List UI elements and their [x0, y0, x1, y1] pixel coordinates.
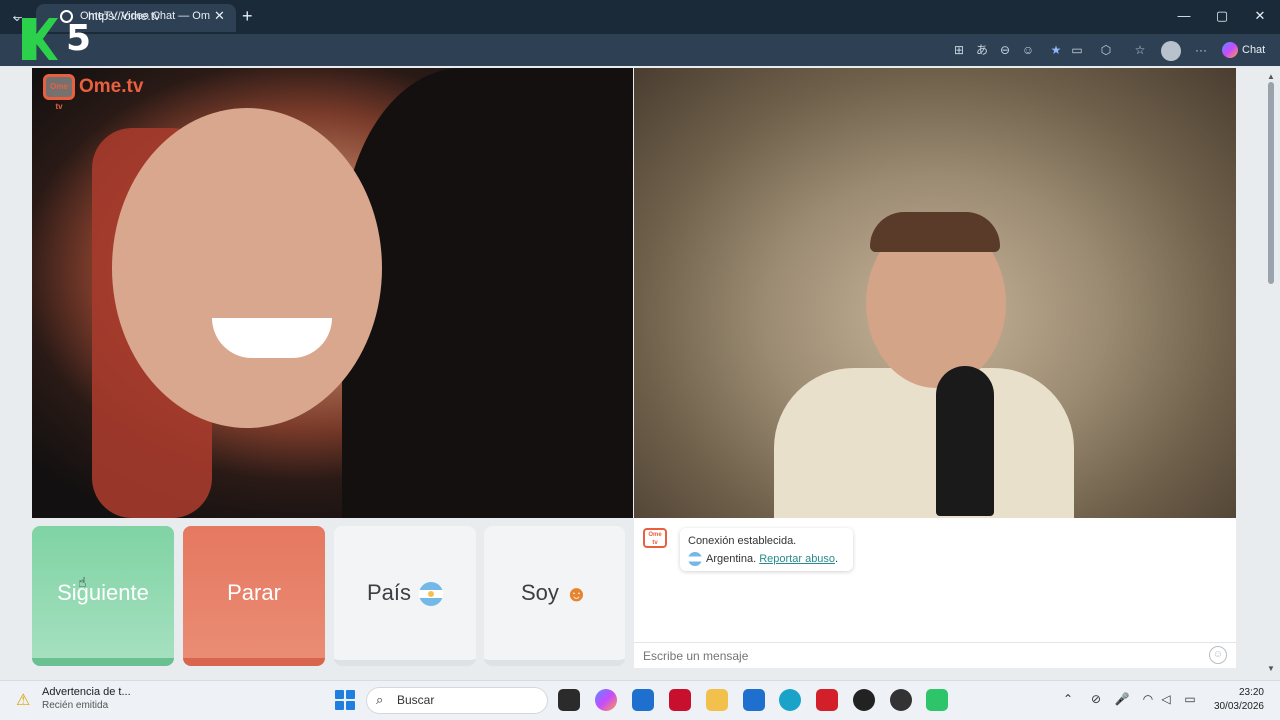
message-input[interactable]	[634, 642, 1236, 668]
country-button[interactable]: País	[334, 526, 476, 666]
lightshot-app-icon[interactable]	[816, 689, 838, 711]
translate-icon[interactable]: あ	[974, 43, 990, 57]
minimize-icon[interactable]: —	[1174, 8, 1194, 23]
media-player-icon[interactable]	[853, 689, 875, 711]
address-bar[interactable]: https://ome.tv	[74, 4, 934, 28]
camera-off-icon[interactable]: ⊘	[1088, 692, 1104, 706]
remote-face	[112, 108, 382, 428]
microphone-icon[interactable]: 🎤	[1114, 692, 1130, 706]
maximize-icon[interactable]: ▢	[1212, 8, 1232, 24]
argentina-flag-icon	[419, 582, 444, 607]
stop-button[interactable]: Parar	[183, 526, 325, 666]
extensions-icon[interactable]: ⬡	[1098, 43, 1114, 57]
show-hidden-icons-chevron-icon[interactable]: ⌃	[1060, 692, 1076, 706]
partner-country-line: Argentina. Reportar abuso.	[688, 550, 845, 568]
gender-button[interactable]: Soy ☻	[484, 526, 625, 666]
ometv-logo-tv-icon: Ome tv	[43, 74, 75, 111]
gaming-app-icon[interactable]	[926, 689, 948, 711]
volume-icon[interactable]: ◁	[1158, 692, 1174, 706]
wifi-icon[interactable]: ◠	[1140, 692, 1156, 706]
mcafee-app-icon[interactable]	[669, 689, 691, 711]
more-menu-icon[interactable]: ···	[1193, 43, 1209, 57]
clock-time: 23:20	[1238, 687, 1264, 698]
copilot-icon	[1222, 42, 1238, 59]
profile-avatar[interactable]	[1161, 41, 1181, 61]
scroll-down-arrow-icon[interactable]: ▼	[1266, 664, 1276, 673]
mouse-cursor-icon: ☝	[78, 574, 87, 590]
dark-hair	[342, 68, 633, 518]
microphone	[936, 366, 994, 516]
scrollbar-thumb[interactable]	[1268, 82, 1274, 284]
report-abuse-suffix: .	[835, 553, 839, 565]
gender-button-label: Soy	[520, 580, 559, 605]
browser-toolbar	[0, 34, 1280, 66]
zoom-icon[interactable]: ⊖	[997, 43, 1013, 57]
copilot-chat-label: Chat	[1242, 44, 1266, 56]
watermark-k-glyph	[22, 18, 58, 60]
copilot-chat-button[interactable]: Chat	[1222, 40, 1265, 60]
remote-video: Ome tvOme.tv	[32, 68, 633, 518]
camera-icon[interactable]: ▭	[1069, 43, 1085, 57]
argentina-flag-small-icon	[688, 552, 702, 567]
favorite-star-icon[interactable]: ★	[1048, 43, 1064, 57]
partner-country: Argentina.	[706, 553, 757, 565]
boy-face-icon: ☻	[564, 581, 589, 607]
system-clock[interactable]: 23:20 30/03/2026	[1208, 686, 1264, 714]
short-hair	[870, 212, 1000, 252]
windows-start-icon[interactable]	[335, 690, 355, 710]
next-button-label: Siguiente	[57, 580, 149, 605]
report-abuse-link[interactable]: Reportar abuso	[759, 553, 835, 565]
ometv-chat-avatar-icon: Ome tv	[643, 528, 667, 548]
clock-date: 30/03/2026	[1213, 701, 1264, 712]
notification-subtitle: Recién emitida	[42, 700, 109, 711]
ometv-logo: Ome tvOme.tv	[43, 74, 144, 111]
tracking-icon[interactable]: ☺	[1020, 43, 1036, 57]
connection-status-text: Conexión establecida.	[688, 535, 797, 547]
system-message-bubble: Conexión establecida. Argentina. Reporta…	[680, 528, 853, 571]
edge-browser-icon[interactable]	[779, 689, 801, 711]
local-video	[634, 68, 1236, 518]
taskbar-search-label: Buscar	[397, 693, 435, 707]
notification-title: Advertencia de t...	[42, 686, 131, 698]
taskbar-search-box[interactable]: Buscar	[366, 687, 548, 714]
outlook-app-icon[interactable]	[743, 689, 765, 711]
next-button[interactable]: Siguiente	[32, 526, 174, 666]
favorites-list-icon[interactable]: ☆	[1132, 43, 1148, 57]
channel-watermark-logo: 5	[22, 18, 94, 60]
emoji-picker-icon[interactable]: ☺	[1209, 646, 1227, 664]
copilot-app-icon[interactable]	[595, 689, 617, 711]
scroll-up-arrow-icon[interactable]: ▲	[1266, 72, 1276, 81]
task-view-icon[interactable]	[558, 689, 580, 711]
warning-icon: ⚠	[16, 692, 31, 709]
window-close-icon[interactable]: ✕	[1250, 8, 1270, 24]
ometv-logo-text: Ome.tv	[79, 76, 144, 97]
search-icon: ⌕	[376, 692, 384, 707]
store-app-icon[interactable]	[632, 689, 654, 711]
stop-button-label: Parar	[227, 580, 281, 605]
obs-app-icon[interactable]	[890, 689, 912, 711]
watermark-5-glyph: 5	[66, 18, 92, 59]
battery-icon[interactable]: ▭	[1182, 692, 1198, 706]
file-explorer-icon[interactable]	[706, 689, 728, 711]
country-button-label: País	[366, 580, 412, 605]
app-grid-icon[interactable]: ⊞	[951, 43, 967, 57]
shirt	[774, 368, 1074, 518]
